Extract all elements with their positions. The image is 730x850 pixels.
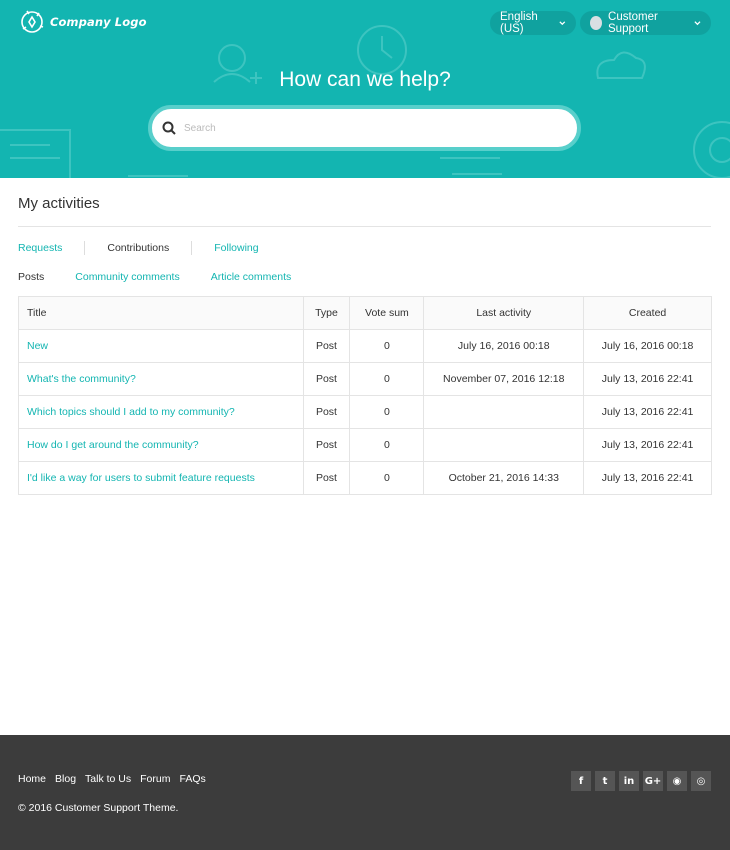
github-icon[interactable]: ◉ (667, 771, 687, 791)
table-row: What's the community? Post 0 November 07… (18, 362, 712, 396)
post-vote-sum: 0 (349, 329, 425, 363)
post-type: Post (302, 395, 351, 429)
post-title-link[interactable]: New (27, 340, 48, 352)
tab-requests[interactable]: Requests (18, 242, 62, 254)
post-vote-sum: 0 (349, 395, 425, 429)
chevron-down-icon (559, 21, 566, 26)
post-vote-sum: 0 (349, 461, 425, 495)
post-last-activity (423, 395, 585, 429)
chevron-down-icon (694, 21, 701, 26)
post-type: Post (302, 329, 351, 363)
footer-link-forum[interactable]: Forum (140, 773, 170, 785)
footer-link-faqs[interactable]: FAQs (179, 773, 205, 785)
post-title-link[interactable]: Which topics should I add to my communit… (27, 406, 235, 418)
avatar (590, 16, 603, 30)
post-vote-sum: 0 (349, 362, 425, 396)
post-last-activity: November 07, 2016 12:18 (423, 362, 585, 396)
facebook-icon[interactable]: f (571, 771, 591, 791)
post-created: July 13, 2016 22:41 (583, 362, 712, 396)
post-created: July 13, 2016 22:41 (583, 395, 712, 429)
company-logo[interactable]: Company Logo (18, 8, 147, 36)
site-footer: Home Blog Talk to Us Forum FAQs © 2016 C… (0, 735, 730, 850)
tab-separator (84, 241, 86, 255)
instagram-icon[interactable]: ◎ (691, 771, 711, 791)
post-vote-sum: 0 (349, 428, 425, 462)
tab-separator (191, 241, 193, 255)
post-title-link[interactable]: How do I get around the community? (27, 439, 199, 451)
post-last-activity: July 16, 2016 00:18 (423, 329, 585, 363)
subtab-article-comments[interactable]: Article comments (211, 271, 292, 283)
column-header-created[interactable]: Created (583, 296, 712, 330)
contribution-subtabs: Posts Community comments Article comment… (18, 271, 322, 283)
divider (18, 226, 711, 227)
post-type: Post (302, 362, 351, 396)
tab-contributions[interactable]: Contributions (107, 242, 169, 254)
activity-tabs: Requests Contributions Following (18, 241, 259, 255)
table-row: New Post 0 July 16, 2016 00:18 July 16, … (18, 329, 712, 363)
post-created: July 13, 2016 22:41 (583, 428, 712, 462)
column-header-vote-sum[interactable]: Vote sum (349, 296, 425, 330)
activities-table: Title Type Vote sum Last activity Create… (18, 296, 712, 495)
post-title-link[interactable]: I'd like a way for users to submit featu… (27, 472, 255, 484)
subtab-posts[interactable]: Posts (18, 271, 44, 283)
column-header-last-activity[interactable]: Last activity (423, 296, 585, 330)
table-row: How do I get around the community? Post … (18, 428, 712, 462)
hero-title: How can we help? (279, 68, 451, 91)
user-name: Customer Support (608, 11, 658, 35)
post-last-activity (423, 428, 585, 462)
table-header-row: Title Type Vote sum Last activity Create… (18, 296, 712, 330)
copyright-text: © 2016 Customer Support Theme. (18, 802, 179, 814)
logo-icon (21, 10, 44, 33)
logo-text: Company Logo (50, 15, 147, 29)
column-header-type[interactable]: Type (302, 296, 351, 330)
post-type: Post (302, 428, 351, 462)
search-icon (162, 121, 176, 135)
subtab-community-comments[interactable]: Community comments (75, 271, 179, 283)
language-selector[interactable]: English (US) (490, 11, 576, 35)
table-row: I'd like a way for users to submit featu… (18, 461, 712, 495)
user-menu[interactable]: Customer Support (580, 11, 711, 35)
footer-link-talk-to-us[interactable]: Talk to Us (85, 773, 131, 785)
hero-header: Company Logo English (US) Customer Suppo… (0, 0, 730, 178)
footer-link-blog[interactable]: Blog (55, 773, 76, 785)
search-input[interactable] (184, 122, 544, 134)
google-plus-icon[interactable]: G+ (643, 771, 663, 791)
post-type: Post (302, 461, 351, 495)
language-label: English (US) (500, 11, 538, 35)
column-header-title[interactable]: Title (18, 296, 304, 330)
twitter-icon[interactable]: t (595, 771, 615, 791)
social-links: f t in G+ ◉ ◎ (571, 771, 711, 791)
page-title: My activities (18, 195, 100, 212)
search-bar[interactable] (148, 105, 581, 151)
linkedin-icon[interactable]: in (619, 771, 639, 791)
tab-following[interactable]: Following (214, 242, 258, 254)
footer-link-home[interactable]: Home (18, 773, 46, 785)
footer-nav: Home Blog Talk to Us Forum FAQs (18, 773, 206, 785)
table-row: Which topics should I add to my communit… (18, 395, 712, 429)
post-title-link[interactable]: What's the community? (27, 373, 136, 385)
post-created: July 16, 2016 00:18 (583, 329, 712, 363)
post-last-activity: October 21, 2016 14:33 (423, 461, 585, 495)
post-created: July 13, 2016 22:41 (583, 461, 712, 495)
